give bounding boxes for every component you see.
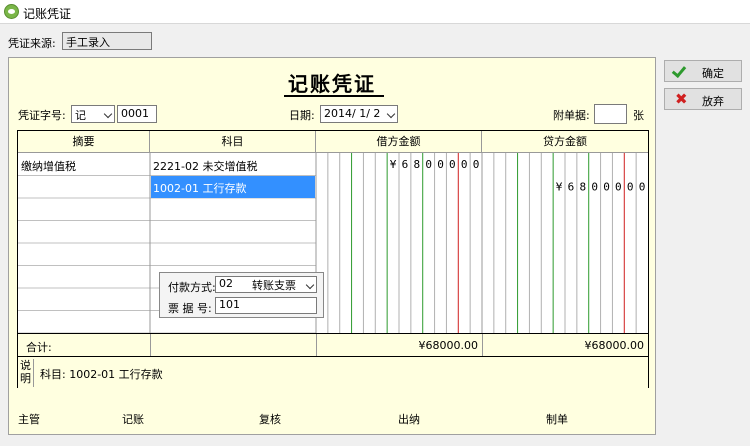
voucher-title: 记账凭证 [288, 72, 376, 96]
voucher-word-select[interactable]: 记 [71, 105, 115, 123]
amount-digit: 0 [603, 181, 610, 194]
total-label: 合计: [26, 341, 52, 354]
amount-digit: 0 [591, 181, 598, 194]
amount-digit: 8 [579, 181, 586, 194]
source-label: 凭证来源: [8, 37, 56, 50]
amount-digit: 8 [413, 158, 420, 171]
pay-method-label: 付款方式: [168, 281, 216, 294]
amount-digit: 0 [461, 158, 468, 171]
amount-digit: ¥ [390, 158, 397, 171]
signature-reviewer: 复核 [259, 413, 281, 426]
chevron-down-icon [103, 109, 113, 119]
total-divider [482, 334, 483, 356]
row1-subject[interactable]: 2221-02 未交增值税 [153, 158, 257, 174]
note-text: 科目: 1002-01 工行存款 [40, 368, 163, 381]
ticket-field[interactable]: 101 [215, 297, 317, 314]
signature-supervisor: 主管 [18, 413, 40, 426]
window-title: 记账凭证 [23, 7, 72, 21]
total-divider [316, 334, 317, 356]
amount-digit: 0 [425, 158, 432, 171]
header-summary: 摘要 [18, 131, 150, 153]
title-underline [284, 95, 384, 97]
source-field: 手工录入 [62, 32, 152, 50]
ticket-label: 票 据 号: [168, 302, 212, 315]
date-value: 2014/ 1/ 2 [324, 107, 381, 120]
amount-digit: 6 [402, 158, 409, 171]
signature-bookkeeper: 记账 [122, 413, 144, 426]
date-label: 日期: [289, 109, 315, 122]
chevron-down-icon [305, 280, 315, 290]
amount-digit: ¥ [556, 181, 563, 194]
amount-digit: 0 [639, 181, 646, 194]
pay-method-select[interactable]: 02 转账支票 [215, 276, 317, 293]
window-titlebar: 记账凭证 [0, 0, 750, 24]
voucher-word-label: 凭证字号: [18, 109, 66, 122]
voucher-number-field[interactable]: 0001 [117, 105, 157, 123]
amount-digit: 6 [568, 181, 575, 194]
attachments-unit: 张 [633, 109, 644, 122]
date-picker[interactable]: 2014/ 1/ 2 [320, 105, 398, 123]
check-icon [671, 62, 687, 79]
row2-subject-selected[interactable]: 1002-01 工行存款 [151, 176, 315, 198]
amount-digit: 0 [473, 158, 480, 171]
ok-button-label: 确定 [702, 67, 724, 80]
entries-grid: ¥6 8 0 0 0 0 0¥ 6 8 0 0 0 0 0 [18, 131, 646, 333]
total-row: 合计: ¥68000.00 ¥68000.00 [18, 333, 648, 357]
app-logo-icon [4, 4, 19, 19]
voucher-panel: 记账凭证 凭证字号: 记 0001 日期: 2014/ 1/ 2 附单据: 张 … [8, 57, 656, 435]
pay-method-name: 转账支票 [252, 279, 296, 292]
close-icon: ✖ [675, 90, 688, 108]
discard-button-label: 放弃 [702, 95, 724, 108]
chevron-down-icon [386, 109, 396, 119]
amount-digit: 0 [615, 181, 622, 194]
amount-digit: 0 [437, 158, 444, 171]
discard-button[interactable]: ✖ 放弃 [664, 88, 742, 110]
note-label: 说明 [20, 359, 34, 387]
entries-table: ¥6 8 0 0 0 0 0 ¥6 8 0 0 0 0 0 摘要 科目 借方金额 贷方金额 缴纳增值税 2… [17, 130, 649, 389]
voucher-word-value: 记 [75, 109, 86, 122]
signature-cashier: 出纳 [398, 413, 420, 426]
header-subject: 科目 [150, 131, 316, 153]
pay-method-code: 02 [219, 277, 233, 290]
ok-button[interactable]: 确定 [664, 60, 742, 82]
signature-preparer: 制单 [546, 413, 568, 426]
header-credit: 贷方金额 [482, 131, 648, 153]
amount-digit: 0 [627, 181, 634, 194]
attachments-label: 附单据: [553, 109, 590, 122]
total-divider [150, 334, 151, 356]
row1-summary[interactable]: 缴纳增值税 [21, 158, 76, 174]
debit-total: ¥68000.00 [418, 339, 479, 352]
attachments-field[interactable] [594, 104, 627, 124]
header-debit: 借方金额 [316, 131, 482, 153]
amount-digit: 0 [449, 158, 456, 171]
payment-popup: 付款方式: 02 转账支票 票 据 号: 101 [159, 272, 324, 318]
credit-total: ¥68000.00 [584, 339, 645, 352]
note-row: 说明 科目: 1002-01 工行存款 [18, 357, 648, 389]
